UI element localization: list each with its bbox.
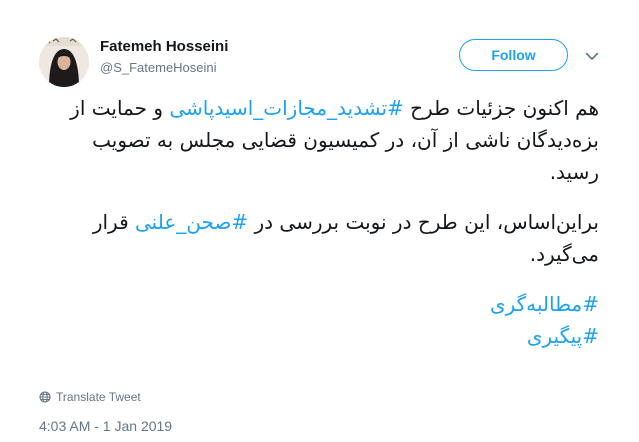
follow-button[interactable]: Follow (459, 39, 568, 71)
tweet-text: هم اکنون جزئیات طرح #تشدید_مجازات_اسیدپا… (39, 92, 599, 352)
tweet-menu-button[interactable] (580, 46, 604, 66)
translate-tweet-link[interactable]: Translate Tweet (39, 389, 141, 405)
tweet-text-segment: براین‌اساس، این طرح در نوبت بررسی در (248, 210, 599, 234)
avatar-image (39, 37, 89, 87)
author-handle[interactable]: @S_FatemeHoseini (100, 60, 217, 75)
tweet-paragraph-4: #پیگیری (39, 320, 599, 352)
tweet-timestamp[interactable]: 4:03 AM - 1 Jan 2019 (39, 418, 172, 434)
tweet-paragraph-1: هم اکنون جزئیات طرح #تشدید_مجازات_اسیدپا… (39, 92, 599, 188)
globe-icon (39, 391, 51, 403)
avatar[interactable] (39, 37, 89, 87)
hashtag-link[interactable]: #صحن_علنی (135, 210, 248, 234)
tweet-paragraph-3: #مطالبه‌گری (39, 288, 599, 320)
hashtag-link[interactable]: #پیگیری (527, 324, 599, 348)
tweet-header: Fatemeh Hosseini @S_FatemeHoseini Follow (0, 0, 639, 96)
tweet-text-segment: هم اکنون جزئیات طرح (403, 96, 599, 120)
author-name[interactable]: Fatemeh Hosseini (100, 38, 228, 55)
hashtag-link[interactable]: #مطالبه‌گری (490, 292, 599, 316)
hashtag-link[interactable]: #تشدید_مجازات_اسیدپاشی (169, 96, 403, 120)
chevron-down-icon (585, 52, 599, 60)
tweet-paragraph-2: براین‌اساس، این طرح در نوبت بررسی در #صح… (39, 206, 599, 270)
translate-label: Translate Tweet (56, 390, 141, 404)
